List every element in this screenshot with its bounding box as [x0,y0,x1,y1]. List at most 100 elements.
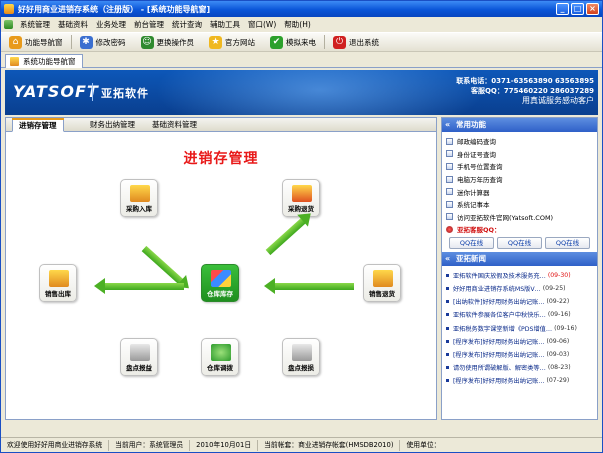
slogan: 用真诚服务感动客户 [522,96,594,105]
menu-system[interactable]: 系统管理 [16,19,54,30]
toolbar-label: 更换操作员 [156,37,195,47]
toolbar-switch-operator-button[interactable]: ☺ 更换操作员 [137,33,199,51]
news-item[interactable]: 亚拓软件国庆放假及技术服务充… (09-30) [446,269,597,282]
flow-arrow-left [264,278,354,294]
link-label: 电脑万年历查询 [457,176,503,185]
news-title: [程序发布]好好用财务出纳记账… [453,378,545,386]
news-item[interactable]: 亚拓税务数字课堂新增《PDS增值… (09-16) [446,322,597,335]
news-item[interactable]: 请勿使用所谓破解版、解密类等… (08-23) [446,361,597,374]
calculator-link[interactable]: 迷你计算器 [446,185,597,198]
main-tab-bar: 进销存管理 财务出纳管理 基础资料管理 [6,118,436,132]
toolbar: ⌂ 功能导航窗 ✱ 修改密码 ☺ 更换操作员 ★ 官方网站 ✔ 模拟来电 ⏻ 退… [1,32,602,52]
qq-buttons: QQ在线 QQ在线 QQ在线 [442,236,597,252]
common-functions-header[interactable]: « 常用功能 [442,118,597,132]
inventory-gain-button[interactable]: 盘点报益 [120,338,160,376]
news-item[interactable]: [程序发布]好好用财务出纳记账… (09-06) [446,335,597,348]
menu-app-icon [4,19,13,29]
window-controls: _ □ × [556,3,599,15]
bullet-icon [446,287,449,291]
news-date: (09-16) [554,324,577,332]
news-title: [程序发布]好好用财务出纳记账… [453,351,545,359]
minimize-button[interactable]: _ [556,3,569,15]
box-minus-icon [292,185,312,202]
node-label: 销售出库 [45,290,71,298]
postcode-lookup-link[interactable]: 邮政编码查询 [446,135,597,148]
yatsoft-logo: YATSOFT [13,82,99,101]
mobile-location-link[interactable]: 手机号位置查询 [446,160,597,173]
contact-phone: 联系电话：0371-63563890 63563895 [456,77,594,85]
sales-out-button[interactable]: 销售出库 [39,264,79,302]
news-header[interactable]: « 亚拓新闻 [442,251,597,266]
news-date: (09-06) [546,337,570,345]
news-item[interactable]: [出纳软件]好好用财务出纳记账… (09-22) [446,295,597,308]
menu-front-desk[interactable]: 前台管理 [130,19,168,30]
tab-inventory-management[interactable]: 进销存管理 [12,118,64,132]
home-icon: ⌂ [9,35,22,49]
link-label: 邮政编码查询 [457,138,496,147]
menu-help[interactable]: 帮助(H) [280,19,315,30]
qq-online-button[interactable]: QQ在线 [497,236,542,249]
official-site-link[interactable]: 访问亚拓软件官网(Yatsoft.COM) [446,211,597,224]
news-date: (09-30) [547,271,571,279]
qq-label: 亚拓客服QQ： [457,226,501,235]
tab-system-nav[interactable]: 系统功能导航窗 [5,54,83,68]
node-label: 采购入库 [126,205,152,213]
menu-window[interactable]: 窗口(W) [244,19,280,30]
news-item[interactable]: [程序发布]好好用财务出纳记账… (09-03) [446,348,597,361]
status-account: 当前帐套：商业进销存帐套(HMSDB2010) [258,439,401,451]
menu-statistics[interactable]: 统计查询 [168,19,206,30]
notepad-link[interactable]: 系统记事本 [446,198,597,211]
news-title: 亚拓软件参展各位客户中秋快乐… [453,312,546,320]
tab-label: 系统功能导航窗 [23,57,76,66]
globe-icon [446,213,453,221]
toolbar-website-button[interactable]: ★ 官方网站 [205,33,259,51]
star-icon: ★ [209,35,222,49]
tab-finance-management[interactable]: 财务出纳管理 [84,118,141,132]
toolbar-change-password-button[interactable]: ✱ 修改密码 [76,33,130,51]
news-title: [程序发布]好好用财务出纳记账… [453,338,545,346]
toolbar-nav-window-button[interactable]: ⌂ 功能导航窗 [5,33,67,51]
news-title: 好好用商业进销存系统MS版V… [453,286,541,294]
tab-basic-data-management[interactable]: 基础资料管理 [146,118,203,132]
menu-business[interactable]: 业务处理 [92,19,130,30]
news-date: (09-22) [546,298,570,306]
toolbar-label: 功能导航窗 [25,37,63,47]
warehouse-transfer-button[interactable]: 仓库调拨 [201,338,241,376]
flow-arrow-diagonal [141,245,184,285]
news-date: (09-25) [542,285,566,293]
node-label: 销售退货 [369,290,395,298]
inventory-stock-button[interactable]: 仓库库存 [201,264,241,302]
box-icon [49,270,69,287]
bullet-icon [446,366,449,370]
flow-arrow-diagonal [265,217,307,256]
document-tab-strip: 系统功能导航窗 [1,53,602,68]
menu-basic-data[interactable]: 基础资料 [54,19,92,30]
bullet-icon [446,352,449,356]
news-title: 请勿使用所谓破解版、解密类等… [453,365,546,373]
news-item[interactable]: [程序发布]好好用财务出纳记账… (07-29) [446,374,597,387]
bullet-icon [446,273,449,277]
node-label: 仓库调拨 [207,364,233,372]
key-users-icon: ✱ [79,35,93,49]
qq-online-button[interactable]: QQ在线 [449,236,494,249]
news-item[interactable]: 好好用商业进销存系统MS版V… (09-25) [446,282,597,295]
bullet-icon [446,339,449,343]
menu-tools[interactable]: 辅助工具 [206,19,244,30]
maximize-button[interactable]: □ [571,3,584,15]
toolbar-exit-button[interactable]: ⏻ 退出系统 [329,33,383,51]
bullet-icon [446,379,449,383]
calendar-link[interactable]: 电脑万年历查询 [446,173,597,186]
toolbar-simulate-call-button[interactable]: ✔ 模拟来电 [266,33,320,51]
sales-return-button[interactable]: 销售退货 [363,264,403,302]
purchase-in-button[interactable]: 采购入库 [120,179,160,217]
id-card-lookup-link[interactable]: 身份证号查询 [446,148,597,161]
header-label: 亚拓新闻 [456,253,486,263]
inventory-loss-button[interactable]: 盘点报损 [282,338,322,376]
news-date: (09-16) [547,311,571,319]
close-button[interactable]: × [586,3,599,15]
qq-online-button[interactable]: QQ在线 [545,236,590,249]
news-title: 亚拓税务数字课堂新增《PDS增值… [453,325,553,333]
section-title: 进销存管理 [183,151,259,167]
flow-arrow-left [94,278,184,294]
news-item[interactable]: 亚拓软件参展各位客户中秋快乐… (09-16) [446,308,597,321]
